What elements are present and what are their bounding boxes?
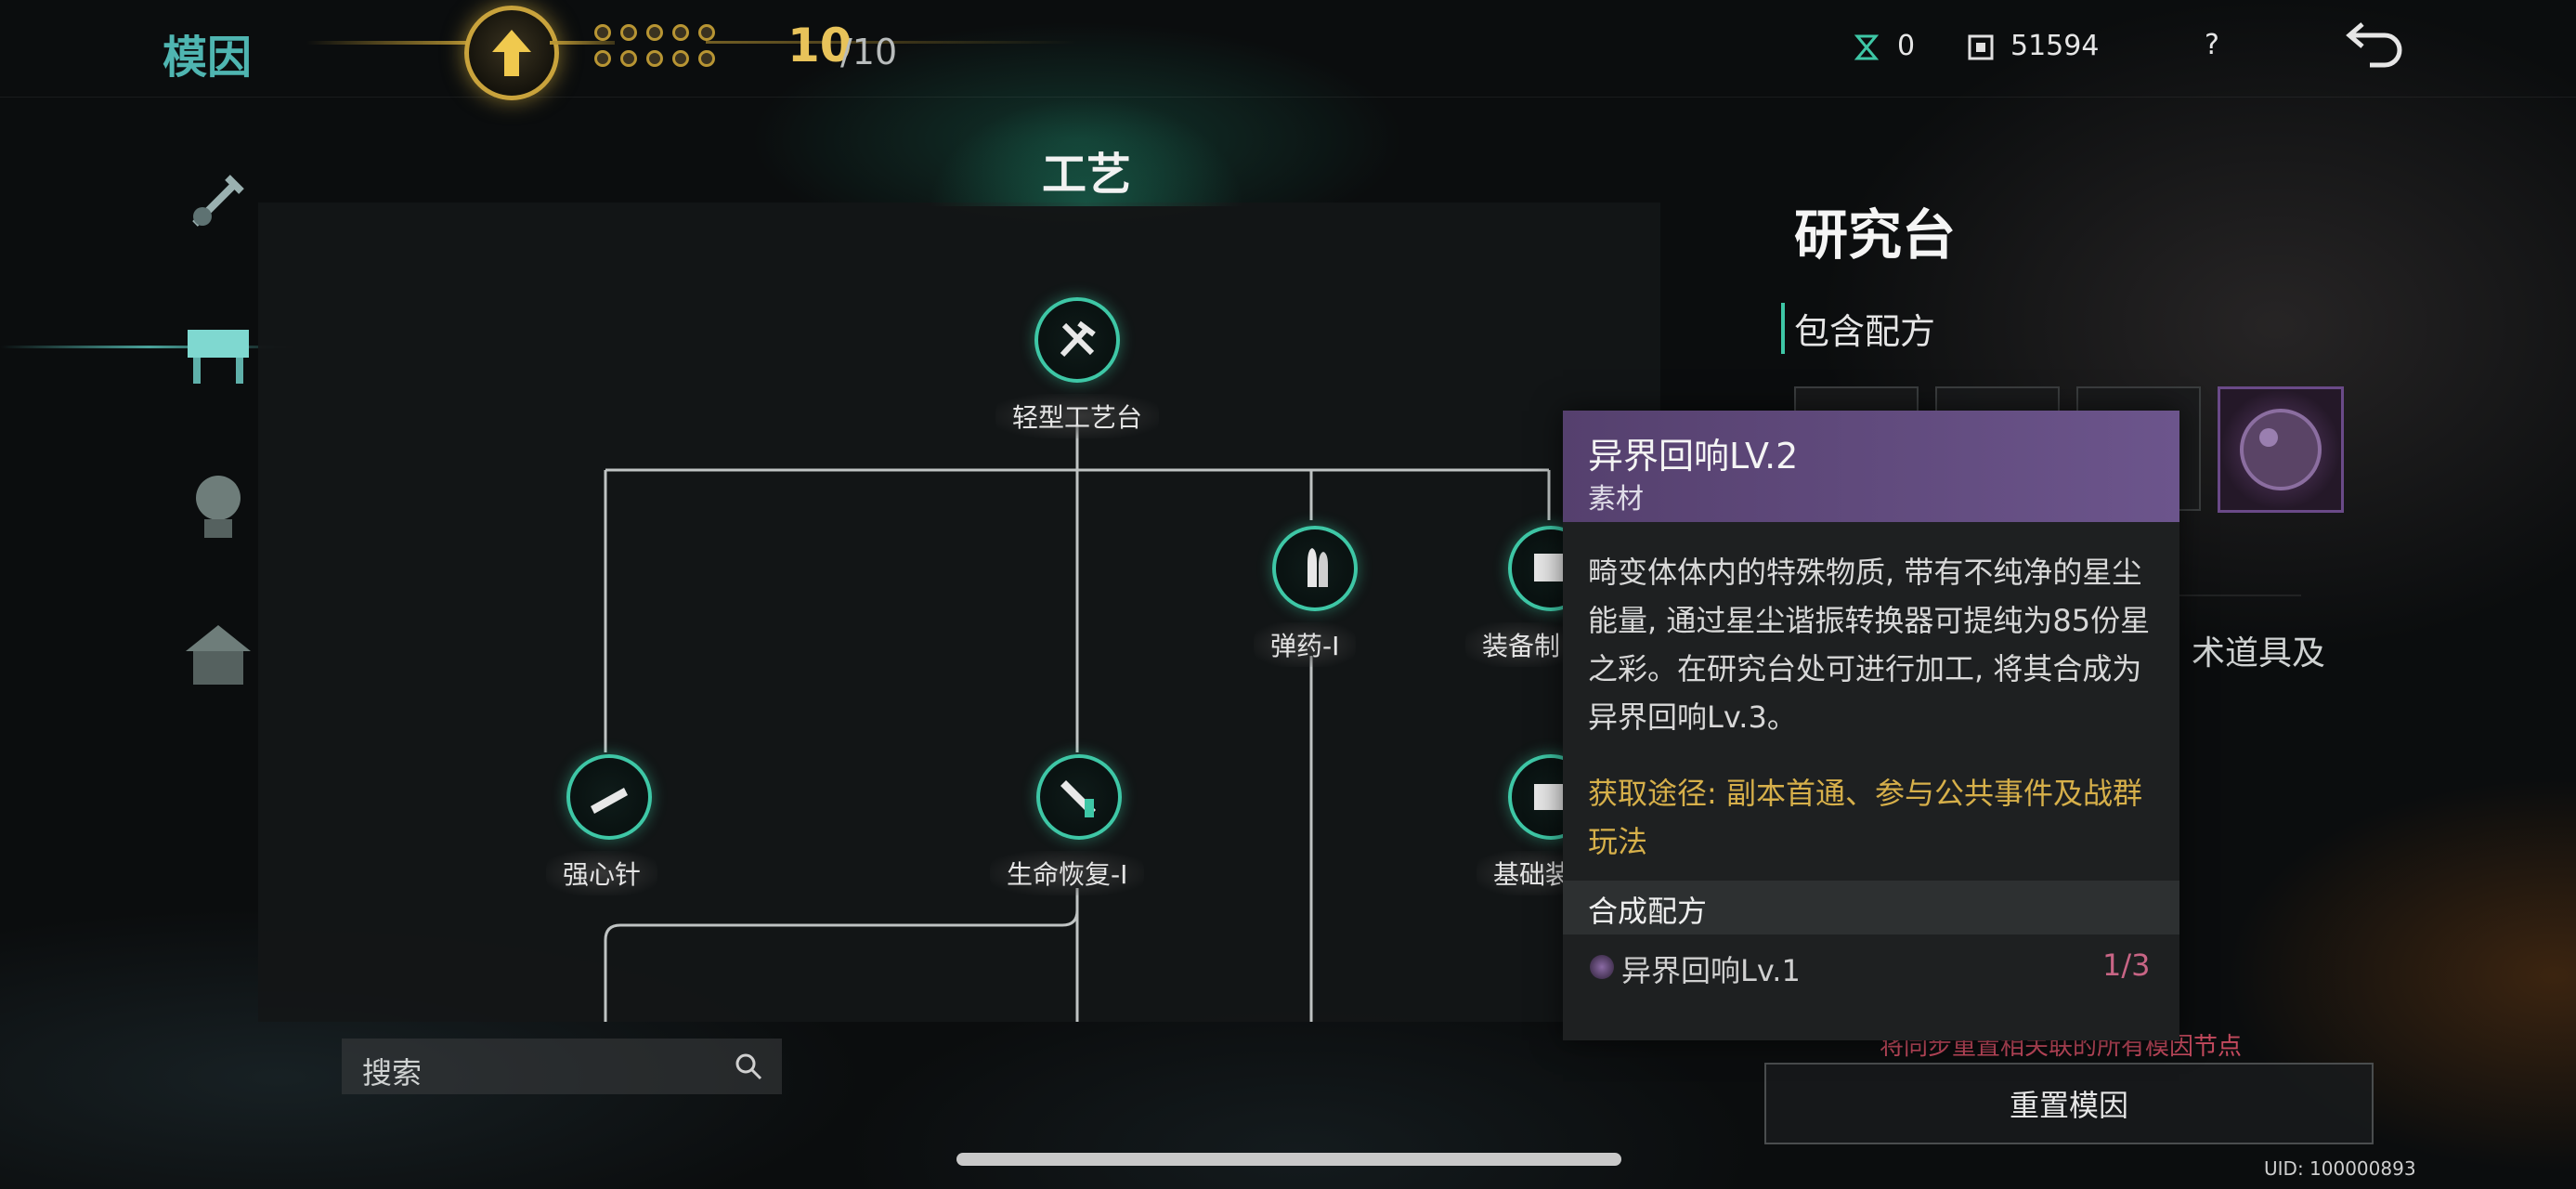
wrench-icon xyxy=(192,175,244,227)
tooltip-item-name: 异界回响LV.2 xyxy=(1588,436,1799,477)
hammer-icon xyxy=(1060,320,1096,358)
header-divider xyxy=(0,97,2576,98)
currency2-value: 51594 xyxy=(2010,30,2100,62)
arrow-up-icon xyxy=(492,30,531,76)
user-id: UID: 100000893 xyxy=(2264,1157,2416,1180)
tooltip-source: 获取途径: 副本首通、参与公共事件及战群玩法 xyxy=(1588,776,2142,859)
skill-node-ammo[interactable] xyxy=(1272,526,1358,611)
nav-item-plant[interactable] xyxy=(167,461,269,554)
plant-icon xyxy=(196,476,241,538)
page-title: 模因 xyxy=(163,32,253,84)
reset-gene-button[interactable]: 重置模因 xyxy=(1764,1063,2374,1144)
tooltip-item-type: 素材 xyxy=(1588,483,1644,516)
skill-label-adrenaline: 强心针 xyxy=(546,851,658,895)
workbench-icon xyxy=(188,330,249,384)
currency1-value: 0 xyxy=(1897,30,1916,62)
skill-tree-panel xyxy=(258,203,1660,1022)
tooltip-description: 畸变体体内的特殊物质, 带有不纯净的星尘能量, 通过星尘谐振转换器可提纯为85份… xyxy=(1588,555,2151,735)
recipe-slot-selected[interactable] xyxy=(2218,386,2344,513)
skill-tree-title: 工艺 xyxy=(1041,149,1131,201)
nav-item-craft[interactable] xyxy=(167,307,269,399)
skill-node-health-restore[interactable] xyxy=(1036,754,1122,840)
level-up-button[interactable] xyxy=(464,6,559,100)
skill-label-health-restore: 生命恢复-I xyxy=(990,851,1145,895)
medkit-icon xyxy=(1060,780,1096,817)
ingredient-icon xyxy=(1590,955,1614,979)
level-dots xyxy=(594,24,719,67)
tooltip-recipe-title: 合成配方 xyxy=(1588,894,1708,929)
home-indicator[interactable] xyxy=(956,1153,1621,1166)
skill-label-ammo: 弹药-I xyxy=(1254,622,1357,667)
nav-item-weapon[interactable] xyxy=(167,154,269,247)
house-icon xyxy=(186,625,251,685)
skill-node-light-workbench[interactable] xyxy=(1034,297,1120,383)
hourglass-icon xyxy=(1854,34,1880,60)
level-bar-left xyxy=(306,41,483,45)
nav-item-building[interactable] xyxy=(167,609,269,702)
skill-node-adrenaline[interactable] xyxy=(566,754,652,840)
ingredient-count: 1/3 xyxy=(2102,947,2151,983)
syringe-icon xyxy=(591,788,628,814)
ingredient-name: 异界回响Lv.1 xyxy=(1621,953,1801,988)
level-max: /10 xyxy=(840,32,898,72)
skill-label-light-workbench: 轻型工艺台 xyxy=(995,394,1160,438)
help-button[interactable]: ? xyxy=(2192,24,2232,65)
skill-label-equipment: 装备制 xyxy=(1465,622,1578,667)
detail-title: 研究台 xyxy=(1794,203,1957,267)
return-arrow-icon[interactable] xyxy=(2342,13,2407,72)
crystal-icon xyxy=(1968,34,1994,60)
search-placeholder: 搜索 xyxy=(362,1055,423,1091)
search-icon[interactable] xyxy=(734,1052,763,1081)
recipe-section-label: 包含配方 xyxy=(1781,303,1935,354)
bullet-icon xyxy=(1308,548,1328,587)
detail-description: 术道具及 xyxy=(2192,634,2326,673)
orb-icon xyxy=(2240,409,2322,490)
